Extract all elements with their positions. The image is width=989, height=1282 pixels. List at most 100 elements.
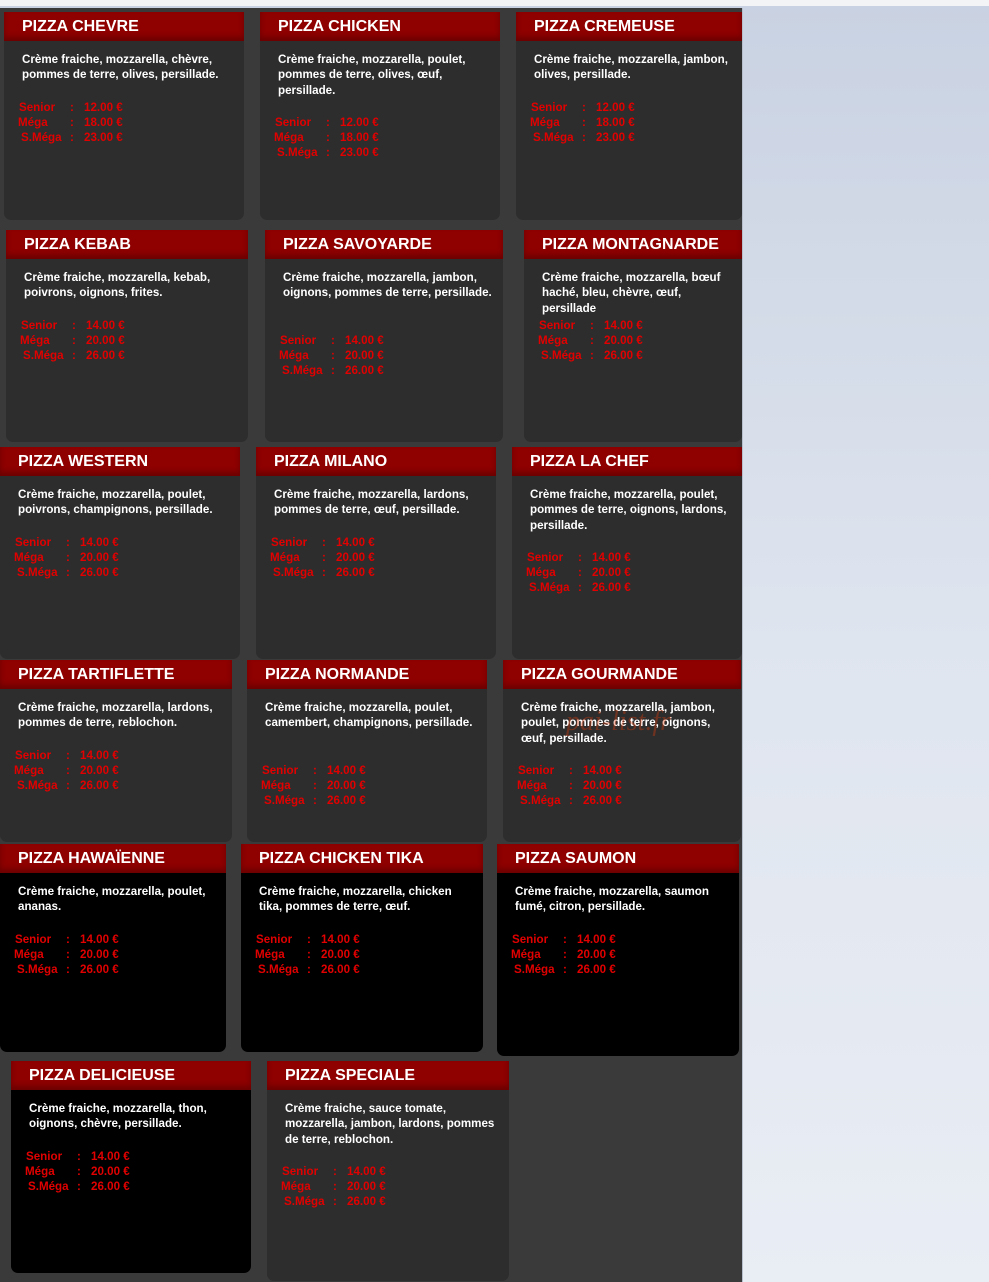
price-value: 12.00 € xyxy=(340,116,379,129)
price-value: 12.00 € xyxy=(84,101,123,114)
price-value: 26.00 € xyxy=(91,1180,130,1193)
price-value: 26.00 € xyxy=(86,349,125,362)
price-value: 26.00 € xyxy=(577,963,616,976)
separator: : xyxy=(326,131,330,144)
size-label: Méga xyxy=(530,116,560,129)
price-value: 20.00 € xyxy=(583,779,622,792)
separator: : xyxy=(72,334,76,347)
separator: : xyxy=(307,933,311,946)
price-value: 20.00 € xyxy=(347,1180,386,1193)
separator: : xyxy=(590,319,594,332)
price-value: 14.00 € xyxy=(336,536,375,549)
separator: : xyxy=(578,566,582,579)
pizza-card: PIZZA SAUMON Crème fraiche, mozzarella, s… xyxy=(497,844,739,1056)
price-row-senior: Senior:14.00 € xyxy=(517,763,622,778)
size-label: Méga xyxy=(538,334,568,347)
price-row-smega: S.Méga:23.00 € xyxy=(18,130,123,145)
price-row-smega: S.Méga:26.00 € xyxy=(20,348,125,363)
price-row-mega: Méga:20.00 € xyxy=(538,333,643,348)
price-value: 14.00 € xyxy=(577,933,616,946)
size-label: Senior xyxy=(15,536,52,549)
price-row-senior: Senior:14.00 € xyxy=(270,535,375,550)
separator: : xyxy=(578,551,582,564)
price-row-senior: Senior:14.00 € xyxy=(255,932,360,947)
size-label: S.Méga xyxy=(514,963,555,976)
size-label: Senior xyxy=(271,536,308,549)
price-row-senior: Senior:14.00 € xyxy=(538,318,643,333)
separator: : xyxy=(563,963,567,976)
size-label: Méga xyxy=(270,551,300,564)
pizza-name: PIZZA GOURMANDE xyxy=(503,660,741,689)
price-value: 20.00 € xyxy=(321,948,360,961)
separator: : xyxy=(313,779,317,792)
price-value: 26.00 € xyxy=(321,963,360,976)
price-value: 14.00 € xyxy=(321,933,360,946)
separator: : xyxy=(563,948,567,961)
size-label: Senior xyxy=(21,319,58,332)
size-label: Senior xyxy=(15,749,52,762)
pizza-name: PIZZA CHEVRE xyxy=(4,12,244,41)
price-row-mega: Méga:20.00 € xyxy=(25,1164,130,1179)
size-label: S.Méga xyxy=(258,963,299,976)
separator: : xyxy=(569,764,573,777)
price-row-senior: Senior:14.00 € xyxy=(261,763,366,778)
price-row-mega: Méga:18.00 € xyxy=(18,115,123,130)
separator: : xyxy=(66,948,70,961)
price-value: 20.00 € xyxy=(80,551,119,564)
separator: : xyxy=(66,536,70,549)
size-label: Méga xyxy=(14,764,44,777)
price-list: Senior:14.00 € Méga:20.00 € S.Méga:26.00 € xyxy=(20,318,125,363)
price-value: 23.00 € xyxy=(340,146,379,159)
size-label: Senior xyxy=(527,551,564,564)
size-label: S.Méga xyxy=(21,131,62,144)
size-label: Méga xyxy=(20,334,50,347)
size-label: Méga xyxy=(261,779,291,792)
pizza-name: PIZZA MILANO xyxy=(256,447,496,476)
pizza-card: PIZZA LA CHEF Crème fraiche, mozzarella, … xyxy=(512,447,742,659)
price-list: Senior:14.00 € Méga:20.00 € S.Méga:26.00 € xyxy=(526,550,631,595)
size-label: Méga xyxy=(14,948,44,961)
separator: : xyxy=(70,116,74,129)
price-value: 23.00 € xyxy=(84,131,123,144)
price-value: 14.00 € xyxy=(604,319,643,332)
separator: : xyxy=(590,334,594,347)
pizza-card: PIZZA SAVOYARDE Crème fraiche, mozzarella… xyxy=(265,230,503,442)
panel-edge xyxy=(742,8,743,1282)
price-value: 14.00 € xyxy=(80,933,119,946)
price-row-mega: Méga:20.00 € xyxy=(14,550,119,565)
pizza-card: PIZZA TARTIFLETTE Crème fraiche, mozzarel… xyxy=(0,660,232,842)
price-row-mega: Méga:20.00 € xyxy=(255,947,360,962)
price-row-smega: S.Méga:26.00 € xyxy=(14,962,119,977)
price-list: Senior:14.00 € Méga:20.00 € S.Méga:26.00 € xyxy=(14,748,119,793)
separator: : xyxy=(307,963,311,976)
pizza-name: PIZZA SAVOYARDE xyxy=(265,230,503,259)
pizza-card: PIZZA DELICIEUSE Crème fraiche, mozzarell… xyxy=(11,1061,251,1273)
separator: : xyxy=(326,116,330,129)
price-row-senior: Senior:12.00 € xyxy=(530,100,635,115)
price-row-senior: Senior:14.00 € xyxy=(14,535,119,550)
price-value: 14.00 € xyxy=(80,749,119,762)
separator: : xyxy=(331,334,335,347)
pizza-name: PIZZA CREMEUSE xyxy=(516,12,742,41)
price-list: Senior:14.00 € Méga:20.00 € S.Méga:26.00 € xyxy=(511,932,616,977)
price-row-senior: Senior:14.00 € xyxy=(279,333,384,348)
price-list: Senior:12.00 € Méga:18.00 € S.Méga:23.00 € xyxy=(530,100,635,145)
size-label: Méga xyxy=(526,566,556,579)
price-value: 18.00 € xyxy=(340,131,379,144)
watermark: pai-list.fr xyxy=(566,706,672,737)
separator: : xyxy=(70,101,74,114)
pizza-card: PIZZA NORMANDE Crème fraiche, mozzarella,… xyxy=(247,660,487,842)
price-value: 26.00 € xyxy=(80,779,119,792)
pizza-description: Crème fraiche, mozzarella, kebab, poivro… xyxy=(24,271,211,300)
price-row-senior: Senior:12.00 € xyxy=(274,115,379,130)
pizza-description: Crème fraiche, mozzarella, bœuf haché, b… xyxy=(542,271,721,315)
size-label: Méga xyxy=(18,116,48,129)
size-label: Méga xyxy=(274,131,304,144)
size-label: Méga xyxy=(511,948,541,961)
pizza-name: PIZZA SAUMON xyxy=(497,844,739,873)
price-row-senior: Senior:12.00 € xyxy=(18,100,123,115)
price-row-senior: Senior:14.00 € xyxy=(25,1149,130,1164)
pizza-description: Crème fraiche, sauce tomate, mozzarella,… xyxy=(285,1102,495,1146)
separator: : xyxy=(313,764,317,777)
separator: : xyxy=(569,794,573,807)
